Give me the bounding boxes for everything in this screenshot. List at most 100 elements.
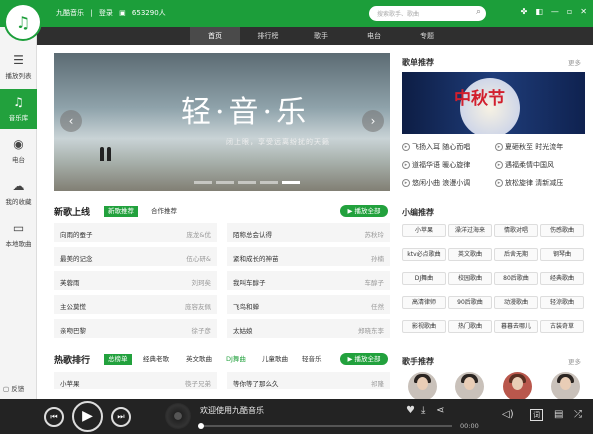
playlist-link[interactable]: ▸ 飞扬入耳 随心而唱 — [402, 142, 470, 152]
slide-dot[interactable] — [238, 181, 256, 184]
album-cover[interactable] — [165, 403, 191, 429]
list-item[interactable]: 等你等了那么久 祁隆 — [227, 372, 390, 390]
mini-mode-icon[interactable]: ◧ — [535, 7, 543, 16]
tag-button[interactable]: 英文歌曲 — [448, 248, 492, 261]
list-item[interactable]: 我叫车醇子 车醇子 — [227, 271, 390, 291]
list-item[interactable]: 主公莫慌 庞容友佩 — [54, 295, 217, 315]
tag-button[interactable]: 经典歌曲 — [540, 272, 584, 285]
tab-light-music[interactable]: 轻音乐 — [298, 354, 326, 365]
sidebar-item-playlist[interactable]: ☰ 播放列表 — [0, 47, 37, 87]
tag-button[interactable]: 高清律师 — [402, 296, 446, 309]
tag-button[interactable]: 古装奇草 — [540, 320, 584, 333]
playlist-link[interactable]: ▸ 遇福柔情中国风 — [495, 160, 554, 170]
slide-dot[interactable] — [194, 181, 212, 184]
minimize-icon[interactable]: — — [551, 7, 559, 16]
coin-icon: ▣ — [119, 9, 126, 17]
tag-button[interactable]: 90后歌曲 — [448, 296, 492, 309]
tab-home[interactable]: 首页 — [190, 27, 240, 45]
singer-avatar[interactable] — [408, 372, 437, 401]
tag-button[interactable]: 情歌对唱 — [494, 224, 538, 237]
playlist-featured-image[interactable]: 中秋节 — [402, 72, 585, 134]
tab-classic[interactable]: 经典老歌 — [139, 354, 173, 365]
search-box[interactable]: 搜索歌手、歌曲 ⌕ — [369, 6, 486, 21]
list-item[interactable]: 飞鸟和蝉 任然 — [227, 295, 390, 315]
search-input[interactable]: 搜索歌手、歌曲 — [377, 9, 419, 18]
playlist-icon[interactable]: ▤ — [554, 409, 563, 420]
slide-dot[interactable] — [260, 181, 278, 184]
sidebar-item-radio[interactable]: ◉ 电台 — [0, 131, 37, 171]
tag-button[interactable]: 伤感歌曲 — [540, 224, 584, 237]
tag-button[interactable]: 后舍无期 — [494, 248, 538, 261]
playlist-link[interactable]: ▸ 道福华语 暖心旋律 — [402, 160, 470, 170]
lyrics-button[interactable]: 词 — [530, 409, 543, 421]
sidebar-item-music-library[interactable]: ♫ 音乐库 — [0, 89, 37, 129]
list-item[interactable]: 最美的记念 伍心研& — [54, 247, 217, 267]
tag-button[interactable]: 钢琴曲 — [540, 248, 584, 261]
volume-icon[interactable]: ◁) — [502, 409, 514, 420]
tab-english[interactable]: 英文歌曲 — [182, 354, 216, 365]
computer-icon: ▭ — [12, 221, 25, 235]
hero-banner[interactable]: 轻·音·乐 闭上眼，享受远离纷扰的天籁 ‹ › — [54, 53, 390, 191]
login-link[interactable]: 登录 — [99, 9, 113, 17]
tag-button[interactable]: 小苹果 — [402, 224, 446, 237]
avatar-face — [560, 377, 571, 390]
play-all-new-button[interactable]: ▶ 播放全部 — [340, 205, 388, 217]
singer-avatar[interactable] — [455, 372, 484, 401]
list-item[interactable]: 亲吻巴黎 徐子彦 — [54, 319, 217, 339]
tag-button[interactable]: 动漫歌曲 — [494, 296, 538, 309]
singer-more-link[interactable]: 更多 — [568, 356, 581, 366]
sidebar-item-label: 音乐库 — [8, 114, 29, 122]
playlist-link[interactable]: ▸ 悠闲小曲 浪漫小调 — [402, 178, 470, 188]
search-icon[interactable]: ⌕ — [476, 7, 481, 17]
sidebar-item-favorites[interactable]: ☁ 我的收藏 — [0, 173, 37, 213]
slide-dot[interactable] — [282, 181, 300, 184]
next-slide-button[interactable]: › — [362, 110, 384, 132]
tab-singers[interactable]: 歌手 — [296, 27, 346, 45]
list-item[interactable]: 向雨的蚕子 庞龙&优 — [54, 223, 217, 243]
playlist-more-link[interactable]: 更多 — [568, 57, 581, 67]
skin-icon[interactable]: ✤ — [521, 7, 528, 16]
play-pause-button[interactable]: ▶ — [72, 401, 103, 432]
tab-dj[interactable]: DJ舞曲 — [222, 354, 250, 365]
play-all-charts-button[interactable]: ▶ 播放全部 — [340, 353, 388, 365]
previous-track-button[interactable]: ⏮ — [44, 407, 64, 427]
tag-button[interactable]: 热门歌曲 — [448, 320, 492, 333]
list-item[interactable]: 紧和成长的神苗 孙楠 — [227, 247, 390, 267]
tab-collab[interactable]: 合作推荐 — [147, 206, 181, 217]
tab-all-charts[interactable]: 总榜单 — [104, 354, 132, 365]
sidebar-item-local[interactable]: ▭ 本地歌曲 — [0, 215, 37, 255]
list-item[interactable]: 陌称总会认得 苏秋玲 — [227, 223, 390, 243]
progress-handle[interactable] — [198, 423, 204, 429]
tab-new-songs[interactable]: 新歌推荐 — [104, 206, 138, 217]
tab-radio[interactable]: 电台 — [349, 27, 399, 45]
tab-topics[interactable]: 专题 — [402, 27, 452, 45]
tag-button[interactable]: 校园歌曲 — [448, 272, 492, 285]
tag-button[interactable]: 影视歌曲 — [402, 320, 446, 333]
close-icon[interactable]: ✕ — [580, 7, 587, 16]
tab-kids[interactable]: 儿童歌曲 — [258, 354, 292, 365]
list-item[interactable]: 芙蓉雨 刘珂矣 — [54, 271, 217, 291]
tab-charts[interactable]: 排行榜 — [243, 27, 293, 45]
playlist-link[interactable]: ▸ 夏砸秋至 时光流年 — [495, 142, 563, 152]
download-icon[interactable]: ⤓ — [421, 405, 425, 416]
heart-icon[interactable]: ♥ — [406, 405, 415, 416]
feedback-link[interactable]: ▢ 反馈 — [3, 383, 24, 393]
list-item[interactable]: 太姑娘 郑晓东李 — [227, 319, 390, 339]
tag-button[interactable]: 澡洋过海来 — [448, 224, 492, 237]
share-icon[interactable]: ⋖ — [436, 405, 444, 416]
tag-button[interactable]: ktv必点歌曲 — [402, 248, 446, 261]
maximize-icon[interactable]: ▫ — [567, 7, 572, 16]
prev-slide-button[interactable]: ‹ — [60, 110, 82, 132]
tag-button[interactable]: DJ舞曲 — [402, 272, 446, 285]
next-track-button[interactable]: ⏭ — [111, 407, 131, 427]
tag-button[interactable]: 暮暮去哪儿 — [494, 320, 538, 333]
tag-button[interactable]: 轻涼歌曲 — [540, 296, 584, 309]
singer-avatar[interactable] — [503, 372, 532, 401]
list-item[interactable]: 小苹果 筷子兄弟 — [54, 372, 217, 390]
progress-bar[interactable] — [198, 423, 452, 429]
shuffle-icon[interactable]: ⤮ — [574, 409, 582, 420]
singer-avatar[interactable] — [551, 372, 580, 401]
playlist-link[interactable]: ▸ 放松旋律 清新减压 — [495, 178, 563, 188]
tag-button[interactable]: 80后歌曲 — [494, 272, 538, 285]
slide-dot[interactable] — [216, 181, 234, 184]
